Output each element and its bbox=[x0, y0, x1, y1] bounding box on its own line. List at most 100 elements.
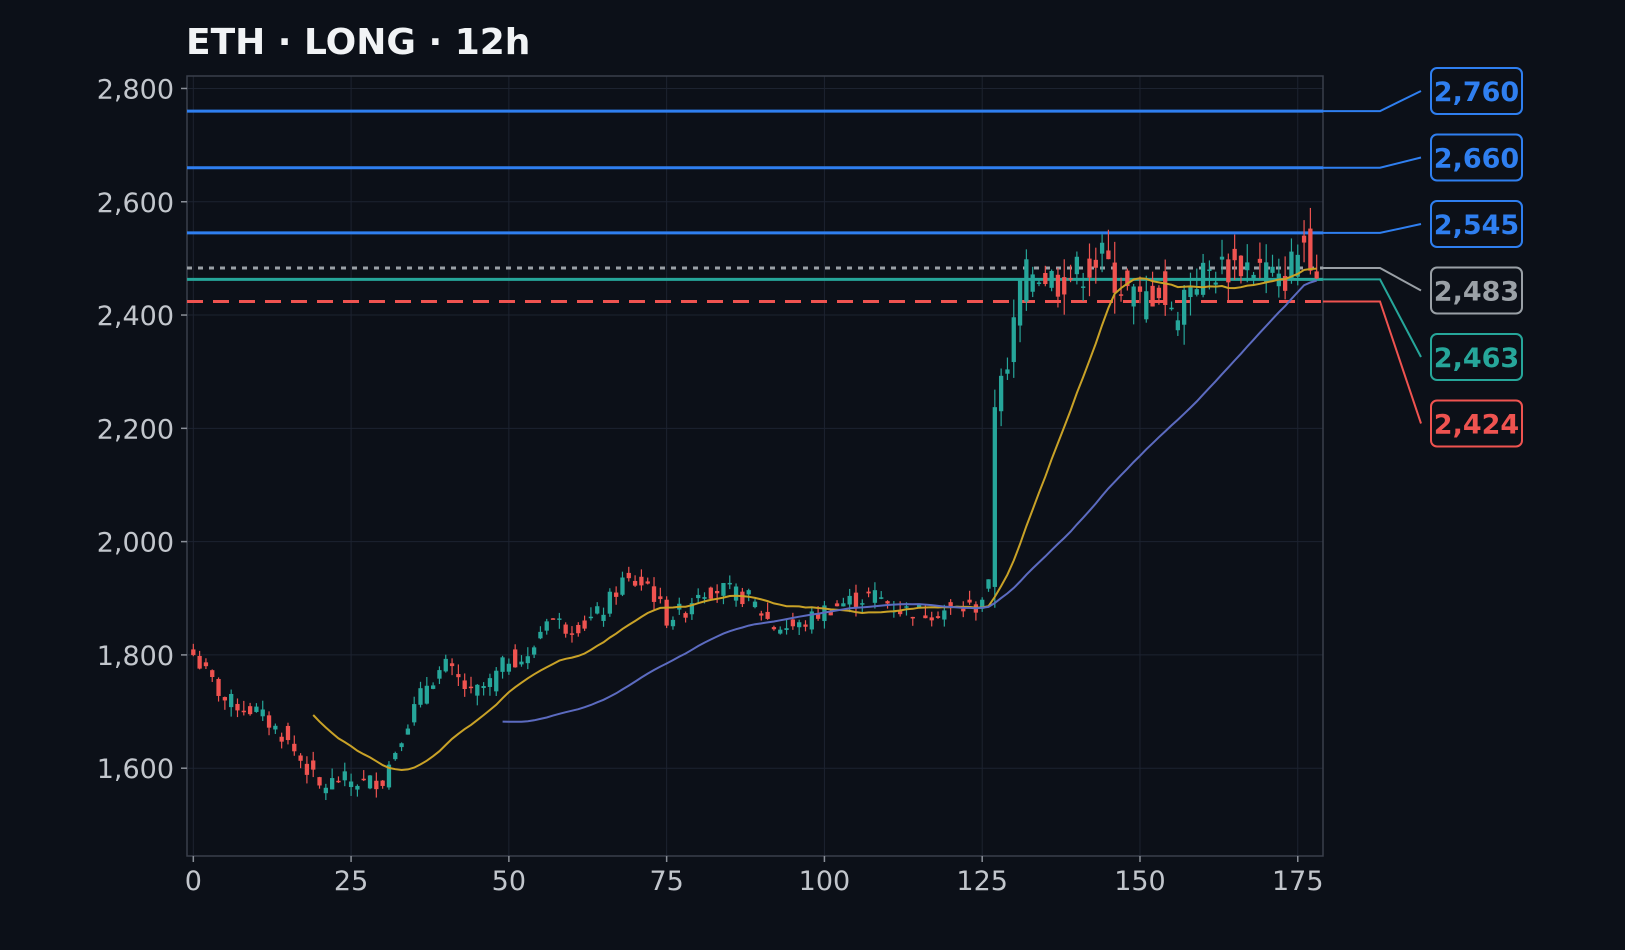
candle-body bbox=[1301, 235, 1307, 243]
candle-body bbox=[298, 755, 303, 761]
candle-body bbox=[942, 610, 947, 620]
candle-body bbox=[1163, 271, 1168, 305]
candle-body bbox=[418, 688, 423, 705]
candle-body bbox=[1112, 262, 1117, 293]
candle-body bbox=[513, 649, 518, 668]
candle-body bbox=[191, 649, 196, 656]
candle-body bbox=[355, 785, 360, 790]
candle-body bbox=[399, 743, 404, 748]
candle-body bbox=[544, 621, 549, 631]
candle-body bbox=[847, 595, 852, 605]
candle-body bbox=[1175, 320, 1180, 331]
candle-body bbox=[311, 760, 316, 770]
candle-body bbox=[853, 592, 859, 608]
candle-body bbox=[721, 582, 726, 596]
candle-body bbox=[803, 624, 808, 627]
candle-body bbox=[1011, 317, 1016, 363]
candle bbox=[708, 586, 713, 600]
x-tick-label: 0 bbox=[185, 866, 202, 897]
candle-body bbox=[449, 663, 455, 667]
candle-body bbox=[872, 590, 878, 603]
candle-body bbox=[1156, 287, 1162, 299]
candle-body bbox=[778, 629, 783, 634]
candle-body bbox=[367, 775, 373, 789]
candle-body bbox=[342, 771, 347, 781]
candle-body bbox=[771, 627, 777, 630]
candle-body bbox=[961, 608, 966, 612]
candle-body bbox=[784, 628, 789, 630]
chart-background bbox=[0, 0, 1625, 950]
candle-body bbox=[683, 613, 688, 618]
candle-body bbox=[241, 710, 246, 713]
level-label-text: 2,660 bbox=[1434, 144, 1519, 175]
candle-body bbox=[1257, 258, 1263, 263]
candle-body bbox=[1264, 262, 1269, 283]
candle-body bbox=[563, 624, 568, 634]
candle-body bbox=[582, 620, 587, 629]
candle-body bbox=[1308, 228, 1313, 271]
x-tick-label: 25 bbox=[334, 866, 368, 897]
candle-body bbox=[708, 587, 713, 599]
candle-body bbox=[834, 603, 840, 607]
candle-body bbox=[494, 670, 499, 692]
candle-body bbox=[1131, 286, 1136, 307]
candle-body bbox=[1099, 242, 1105, 254]
candle-body bbox=[531, 647, 537, 655]
x-tick-label: 175 bbox=[1272, 866, 1324, 897]
candle-body bbox=[285, 725, 291, 741]
candle-body bbox=[620, 577, 625, 595]
candle bbox=[664, 596, 669, 629]
candle-body bbox=[1219, 256, 1225, 260]
candle-body bbox=[632, 580, 638, 586]
y-tick-label: 1,600 bbox=[97, 754, 174, 785]
candle-body bbox=[1238, 255, 1244, 277]
candle-body bbox=[235, 703, 240, 711]
candle-body bbox=[1024, 259, 1029, 302]
candle-body bbox=[935, 616, 941, 618]
candle-body bbox=[481, 686, 486, 689]
candle-body bbox=[664, 599, 669, 626]
candle-body bbox=[487, 678, 493, 687]
y-tick-label: 2,200 bbox=[97, 414, 174, 445]
candle-body bbox=[336, 780, 341, 783]
candle-body bbox=[424, 685, 429, 704]
level-label-text: 2,483 bbox=[1434, 277, 1519, 308]
candle-body bbox=[317, 777, 322, 786]
candle bbox=[367, 775, 373, 790]
candle-body bbox=[651, 586, 657, 602]
candle-body bbox=[841, 603, 846, 607]
candle-body bbox=[696, 594, 701, 599]
candle-body bbox=[1093, 259, 1098, 268]
candle-body bbox=[266, 715, 272, 728]
level-label-text: 2,424 bbox=[1434, 410, 1519, 441]
candle-body bbox=[948, 602, 953, 607]
candle-body bbox=[412, 704, 417, 723]
candle-body bbox=[702, 597, 707, 599]
y-tick-label: 2,800 bbox=[97, 74, 174, 105]
candle-body bbox=[1055, 274, 1061, 297]
candle-body bbox=[1087, 258, 1092, 278]
candle-body bbox=[765, 611, 770, 619]
candle-body bbox=[1251, 274, 1256, 279]
candle-body bbox=[1144, 291, 1149, 320]
candle-body bbox=[910, 616, 915, 619]
candle-body bbox=[588, 616, 594, 619]
candle-body bbox=[374, 780, 379, 790]
candle-body bbox=[1017, 279, 1023, 326]
candle-body bbox=[1150, 285, 1155, 307]
x-tick-label: 150 bbox=[1114, 866, 1166, 897]
candle-body bbox=[986, 579, 991, 589]
candle-body bbox=[797, 622, 802, 628]
y-tick-label: 2,400 bbox=[97, 301, 174, 332]
candle-body bbox=[1200, 262, 1206, 295]
y-tick-label: 2,000 bbox=[97, 528, 174, 559]
candle-body bbox=[254, 706, 259, 712]
candle-body bbox=[1207, 269, 1212, 272]
candle-body bbox=[216, 678, 221, 696]
candle-body bbox=[519, 661, 524, 665]
candle-body bbox=[1043, 273, 1048, 285]
candle-body bbox=[645, 581, 650, 584]
candle-body bbox=[1081, 286, 1086, 288]
candle-body bbox=[330, 778, 335, 790]
candle-body bbox=[279, 736, 284, 742]
